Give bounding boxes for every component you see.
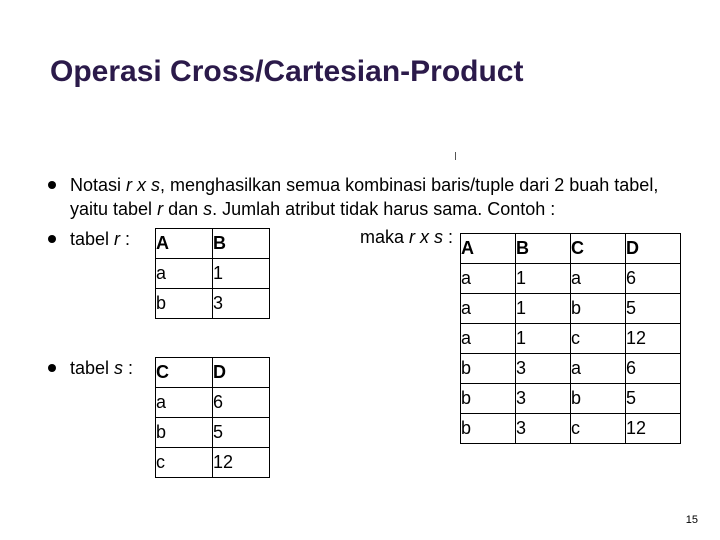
- table-header-row: A B C D: [461, 234, 681, 264]
- cell: 1: [516, 264, 571, 294]
- cell: b: [571, 384, 626, 414]
- table-row: a 6: [156, 388, 270, 418]
- table-row: c 12: [156, 448, 270, 478]
- col-header: A: [156, 229, 213, 259]
- var-s: s: [114, 358, 123, 378]
- cell: 1: [213, 259, 270, 289]
- cell: b: [571, 294, 626, 324]
- col-header: D: [213, 358, 270, 388]
- bullet-2-text: tabel r :: [70, 227, 130, 251]
- table-header-row: C D: [156, 358, 270, 388]
- slide: Operasi Cross/Cartesian-Product Notasi r…: [0, 0, 720, 540]
- table-row: a 1 c 12: [461, 324, 681, 354]
- cell: a: [461, 264, 516, 294]
- table-header-row: A B: [156, 229, 270, 259]
- cell: 5: [213, 418, 270, 448]
- table-s: C D a 6 b 5 c 12: [155, 357, 270, 478]
- cell: a: [156, 259, 213, 289]
- col-header: A: [461, 234, 516, 264]
- table-row: b 3 c 12: [461, 414, 681, 444]
- page-number: 15: [686, 514, 698, 526]
- table-rxs: A B C D a 1 a 6 a 1 b 5 a 1 c 12 b 3 a 6: [460, 233, 681, 444]
- col-header: B: [213, 229, 270, 259]
- col-header: C: [571, 234, 626, 264]
- table-row: a 1 b 5: [461, 294, 681, 324]
- text: dan: [163, 199, 203, 219]
- text: :: [123, 358, 133, 378]
- col-header: C: [156, 358, 213, 388]
- bullet-3-text: tabel s :: [70, 356, 133, 380]
- table-row: b 3 b 5: [461, 384, 681, 414]
- cell: b: [461, 354, 516, 384]
- bullet-2: tabel r :: [48, 227, 130, 251]
- expr-rxs: r x s: [409, 227, 443, 247]
- table-row: b 3 a 6: [461, 354, 681, 384]
- cell: c: [571, 414, 626, 444]
- cell: 3: [516, 384, 571, 414]
- decorative-tick: [455, 152, 456, 160]
- cell: 1: [516, 294, 571, 324]
- table-row: a 1: [156, 259, 270, 289]
- text: :: [120, 229, 130, 249]
- text: Notasi: [70, 175, 126, 195]
- cell: 5: [626, 384, 681, 414]
- bullet-icon: [48, 181, 56, 189]
- table-row: b 5: [156, 418, 270, 448]
- bullet-3: tabel s :: [48, 356, 133, 380]
- cell: b: [156, 289, 213, 319]
- cell: a: [571, 354, 626, 384]
- cell: 3: [213, 289, 270, 319]
- cell: 5: [626, 294, 681, 324]
- text: :: [443, 227, 453, 247]
- cell: 12: [213, 448, 270, 478]
- text: . Jumlah atribut tidak harus sama. Conto…: [212, 199, 555, 219]
- text: tabel: [70, 358, 114, 378]
- table-r: A B a 1 b 3: [155, 228, 270, 319]
- cell: b: [461, 384, 516, 414]
- cell: a: [571, 264, 626, 294]
- col-header: B: [516, 234, 571, 264]
- bullet-1: Notasi r x s, menghasilkan semua kombina…: [48, 173, 668, 222]
- cell: b: [156, 418, 213, 448]
- maka-label: maka r x s :: [360, 227, 453, 248]
- bullet-icon: [48, 364, 56, 372]
- var-s: s: [203, 199, 212, 219]
- col-header: D: [626, 234, 681, 264]
- cell: c: [156, 448, 213, 478]
- cell: 12: [626, 414, 681, 444]
- text: maka: [360, 227, 409, 247]
- text: tabel: [70, 229, 114, 249]
- cell: c: [571, 324, 626, 354]
- cell: a: [156, 388, 213, 418]
- cell: 6: [626, 264, 681, 294]
- table-row: a 1 a 6: [461, 264, 681, 294]
- cell: b: [461, 414, 516, 444]
- cell: 3: [516, 354, 571, 384]
- cell: 6: [626, 354, 681, 384]
- cell: a: [461, 324, 516, 354]
- expr-rxs: r x s: [126, 175, 160, 195]
- slide-title: Operasi Cross/Cartesian-Product: [50, 55, 523, 89]
- bullet-1-text: Notasi r x s, menghasilkan semua kombina…: [70, 173, 660, 222]
- cell: 3: [516, 414, 571, 444]
- cell: 1: [516, 324, 571, 354]
- table-row: b 3: [156, 289, 270, 319]
- cell: a: [461, 294, 516, 324]
- cell: 12: [626, 324, 681, 354]
- cell: 6: [213, 388, 270, 418]
- bullet-icon: [48, 235, 56, 243]
